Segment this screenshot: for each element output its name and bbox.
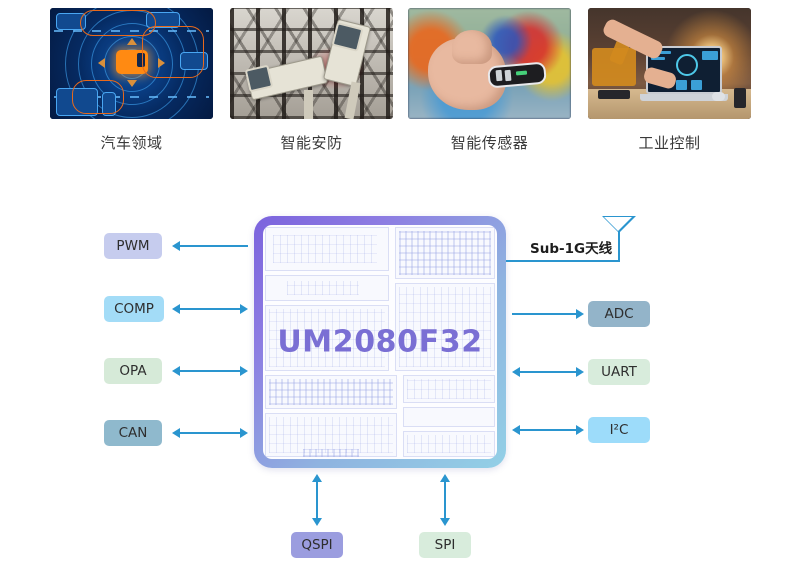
connector-spi: [434, 474, 456, 526]
die-pattern: [303, 449, 359, 457]
app-thumbnail-sensor: [408, 8, 571, 119]
arrowhead-up-icon: [312, 474, 322, 482]
peripheral-label: PWM: [116, 238, 150, 254]
peripheral-pwm[interactable]: PWM: [104, 233, 162, 259]
app-thumbnail-security: [230, 8, 393, 119]
antenna-group: Sub-1G天线: [506, 214, 646, 276]
die-pattern: [269, 417, 393, 453]
connector-line: [178, 245, 248, 247]
peripheral-label: ADC: [604, 306, 634, 322]
direction-chevron: [127, 80, 137, 87]
connector-line: [444, 480, 446, 520]
phone: [734, 88, 746, 108]
app-caption: 智能传感器: [450, 134, 529, 152]
arrowhead-right-icon: [240, 366, 248, 376]
peripheral-i2c[interactable]: I²C: [588, 417, 650, 443]
die-pattern: [407, 435, 491, 453]
app-card-industrial: 工业控制: [588, 8, 751, 153]
connector-line: [178, 432, 242, 434]
app-caption: 汽车领域: [100, 134, 163, 152]
mouse: [712, 92, 725, 101]
peripheral-can[interactable]: CAN: [104, 420, 162, 446]
chip-part-number: UM2080F32: [277, 324, 483, 360]
peripheral-spi[interactable]: SPI: [419, 532, 471, 558]
arrowhead-right-icon: [240, 428, 248, 438]
die-pattern: [269, 379, 393, 405]
app-card-security: 智能安防: [230, 8, 393, 153]
direction-chevron: [98, 58, 105, 68]
arrowhead-right-icon: [576, 309, 584, 319]
connector-adc: [512, 304, 584, 324]
app-thumbnail-automotive: [50, 8, 213, 119]
antenna-mast: [618, 232, 620, 262]
peripheral-label: UART: [601, 364, 637, 380]
connector-pwm: [172, 236, 248, 256]
dashboard-gauge: [676, 54, 698, 76]
peripheral-label: I²C: [609, 422, 629, 438]
page-root: 汽车领域 智能安防 智能传感器 工业控制 UM2080F32 Sub-1G天线 …: [0, 0, 800, 587]
connector-comp: [172, 299, 248, 319]
peripheral-label: COMP: [114, 301, 154, 317]
connector-qspi: [306, 474, 328, 526]
connector-line: [178, 370, 242, 372]
detection-outline: [72, 80, 124, 114]
peripheral-qspi[interactable]: QSPI: [291, 532, 343, 558]
connector-line: [316, 480, 318, 520]
connector-line: [518, 429, 578, 431]
arrowhead-left-icon: [172, 241, 180, 251]
arrowhead-left-icon: [172, 428, 180, 438]
direction-chevron: [127, 38, 137, 45]
detection-outline: [142, 26, 204, 78]
dashboard-bar: [676, 80, 687, 90]
app-card-automotive: 汽车领域: [50, 8, 213, 153]
die-pattern: [399, 231, 491, 275]
app-caption: 工业控制: [638, 134, 701, 152]
peripheral-label: OPA: [119, 363, 147, 379]
peripheral-comp[interactable]: COMP: [104, 296, 164, 322]
peripheral-opa[interactable]: OPA: [104, 358, 162, 384]
app-thumbnail-industrial: [588, 8, 751, 119]
camera-mount: [304, 90, 313, 119]
tablet: [598, 90, 630, 99]
arrowhead-down-icon: [440, 518, 450, 526]
arrowhead-left-icon: [512, 367, 520, 377]
hand-fingers: [452, 30, 492, 64]
dashboard-bar: [702, 51, 718, 60]
die-pattern: [407, 379, 491, 399]
connector-can: [172, 423, 248, 443]
arrowhead-right-icon: [240, 304, 248, 314]
die-block: [403, 407, 495, 427]
arrowhead-right-icon: [576, 425, 584, 435]
connector-line: [518, 371, 578, 373]
antenna-icon-inner: [604, 216, 633, 231]
connector-line: [512, 313, 578, 315]
antenna-feed-line: [506, 260, 620, 262]
display-digit: [495, 69, 503, 82]
peripheral-adc[interactable]: ADC: [588, 301, 650, 327]
peripheral-label: QSPI: [301, 537, 333, 553]
antenna-label: Sub-1G天线: [526, 237, 617, 257]
peripheral-label: CAN: [118, 425, 148, 441]
arrowhead-up-icon: [440, 474, 450, 482]
dashboard-bar: [691, 80, 702, 90]
connector-i2c: [512, 420, 584, 440]
die-pattern: [287, 281, 359, 295]
direction-chevron: [158, 58, 165, 68]
connector-opa: [172, 361, 248, 381]
connector-line: [178, 308, 242, 310]
app-card-sensor: 智能传感器: [408, 8, 571, 153]
arrowhead-down-icon: [312, 518, 322, 526]
connector-uart: [512, 362, 584, 382]
die-pattern: [273, 235, 377, 263]
arrowhead-left-icon: [172, 304, 180, 314]
arrowhead-left-icon: [172, 366, 180, 376]
peripheral-label: SPI: [434, 537, 456, 553]
peripheral-uart[interactable]: UART: [588, 359, 650, 385]
arrowhead-left-icon: [512, 425, 520, 435]
chip-package: UM2080F32: [254, 216, 506, 468]
arrowhead-right-icon: [576, 367, 584, 377]
chip-die: UM2080F32: [263, 225, 497, 459]
display-digit: [504, 69, 512, 82]
app-caption: 智能安防: [280, 134, 343, 152]
